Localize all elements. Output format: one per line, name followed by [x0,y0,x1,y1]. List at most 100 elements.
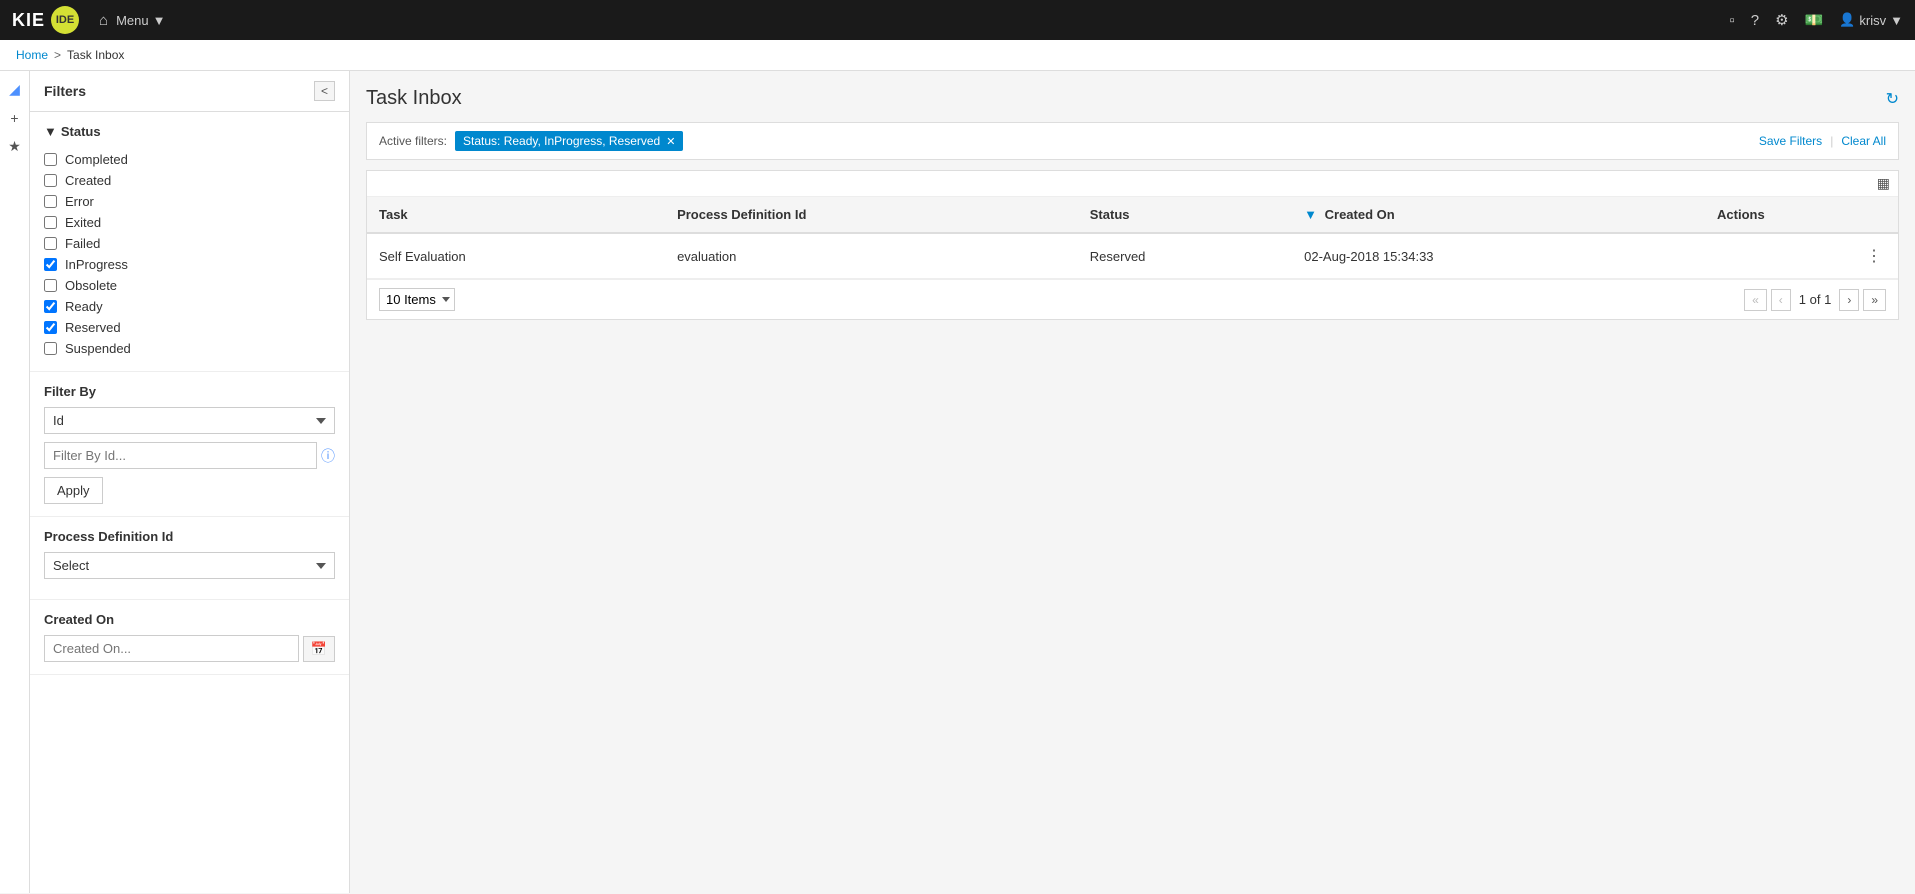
row-actions-button[interactable]: ⋮ [1862,244,1886,268]
nav-right: ▫ ? ⚙ 💵 👤 krisv ▼ [1729,11,1903,29]
prev-page-button[interactable]: ‹ [1771,289,1791,311]
cell-process-def: evaluation [665,233,1078,279]
failed-checkbox[interactable] [44,237,57,250]
breadcrumb-sep: > [54,48,61,62]
col-actions: Actions [1705,197,1898,233]
remove-filter-tag[interactable]: ✕ [666,135,675,148]
clear-all-link[interactable]: Clear All [1841,134,1886,148]
filter-input-row: ⓘ [44,442,335,469]
sidebar-icon-strip: ◢ + ★ [0,71,30,893]
content-area: Task Inbox ↻ Active filters: Status: Rea… [350,71,1915,893]
collapse-sidebar-button[interactable]: < [314,81,335,101]
inprogress-checkbox[interactable] [44,258,57,271]
page-title: Task Inbox [366,87,462,110]
list-item: Failed [44,233,335,254]
help-icon[interactable]: ? [1751,12,1759,29]
sidebar: ◢ + ★ Filters < ▼ Status [0,71,350,893]
completed-checkbox[interactable] [44,153,57,166]
items-per-page-select[interactable]: 10 Items 20 Items 50 Items [379,288,455,311]
refresh-icon[interactable]: ↻ [1886,89,1899,109]
menu-button[interactable]: Menu ▼ [116,13,165,28]
obsolete-checkbox[interactable] [44,279,57,292]
created-checkbox[interactable] [44,174,57,187]
filter-actions: Save Filters | Clear All [1759,134,1886,148]
user-icon: 👤 [1839,12,1855,28]
save-filters-link[interactable]: Save Filters [1759,134,1822,148]
list-item: Obsolete [44,275,335,296]
created-on-section: Created On 📅 [30,600,349,675]
user-menu[interactable]: 👤 krisv ▼ [1839,12,1903,28]
home-icon[interactable]: ⌂ [99,12,108,29]
main-layout: ◢ + ★ Filters < ▼ Status [0,71,1915,893]
page-header: Task Inbox ↻ [366,87,1899,110]
ide-badge: IDE [51,6,79,34]
last-page-button[interactable]: » [1863,289,1886,311]
status-section: ▼ Status Completed Created [30,112,349,372]
settings-icon[interactable]: ⚙ [1775,11,1788,29]
page-info: 1 of 1 [1795,292,1836,307]
active-filters-row: Active filters: Status: Ready, InProgres… [366,122,1899,160]
first-page-button[interactable]: « [1744,289,1767,311]
active-filters-label: Active filters: [379,134,447,148]
kie-logo: KIE [12,10,45,31]
calendar-icon[interactable]: 📅 [303,636,335,662]
apply-button[interactable]: Apply [44,477,103,504]
table-container: ▦ Task Process Definition Id Status ▼ Cr… [366,170,1899,320]
filter-id-input[interactable] [44,442,317,469]
breadcrumb: Home > Task Inbox [0,40,1915,71]
star-icon[interactable]: ★ [8,138,21,155]
info-icon[interactable]: ⓘ [321,446,335,466]
exited-checkbox[interactable] [44,216,57,229]
list-item: Reserved [44,317,335,338]
date-input-row: 📅 [44,635,335,662]
cell-actions: ⋮ [1705,233,1898,279]
ready-checkbox[interactable] [44,300,57,313]
process-def-title: Process Definition Id [44,529,335,544]
process-def-select[interactable]: Select [44,552,335,579]
breadcrumb-home[interactable]: Home [16,48,48,62]
status-section-title[interactable]: ▼ Status [44,124,335,139]
cell-task: Self Evaluation [367,233,665,279]
list-item: Suspended [44,338,335,359]
cell-status: Reserved [1078,233,1292,279]
pagination-row: 10 Items 20 Items 50 Items « ‹ 1 of 1 › … [367,279,1898,319]
pagination-controls: « ‹ 1 of 1 › » [1744,289,1886,311]
chevron-down-icon: ▼ [44,124,57,139]
store-icon[interactable]: 💵 [1805,11,1824,29]
list-item: Exited [44,212,335,233]
col-created-on[interactable]: ▼ Created On [1292,197,1705,233]
next-page-button[interactable]: › [1839,289,1859,311]
filter-by-select[interactable]: Id Name Description [44,407,335,434]
list-item: InProgress [44,254,335,275]
filter-title: Filters [44,83,86,99]
sidebar-header: Filters < [30,71,349,112]
filter-funnel-icon[interactable]: ◢ [9,81,20,98]
filter-tag: Status: Ready, InProgress, Reserved ✕ [455,131,683,151]
error-checkbox[interactable] [44,195,57,208]
username-label: krisv [1859,13,1886,28]
list-item: Ready [44,296,335,317]
add-icon[interactable]: + [10,110,18,126]
filter-by-section: Filter By Id Name Description ⓘ Apply [30,372,349,517]
col-task: Task [367,197,665,233]
task-table: Task Process Definition Id Status ▼ Crea… [367,197,1898,279]
columns-icon[interactable]: ▦ [1877,175,1890,192]
sort-icon: ▼ [1304,207,1317,222]
col-status: Status [1078,197,1292,233]
breadcrumb-current: Task Inbox [67,48,124,62]
cell-created-on: 02-Aug-2018 15:34:33 [1292,233,1705,279]
grid-icon[interactable]: ▫ [1729,12,1734,29]
items-per-page: 10 Items 20 Items 50 Items [379,288,455,311]
suspended-checkbox[interactable] [44,342,57,355]
status-list: Completed Created Error Exited [44,149,335,359]
list-item: Created [44,170,335,191]
col-process-def: Process Definition Id [665,197,1078,233]
logo-area: KIE IDE [12,6,79,34]
created-on-input[interactable] [44,635,299,662]
list-item: Error [44,191,335,212]
table-toolbar: ▦ [367,171,1898,197]
reserved-checkbox[interactable] [44,321,57,334]
list-item: Completed [44,149,335,170]
table-row: Self Evaluation evaluation Reserved 02-A… [367,233,1898,279]
filter-by-title: Filter By [44,384,335,399]
